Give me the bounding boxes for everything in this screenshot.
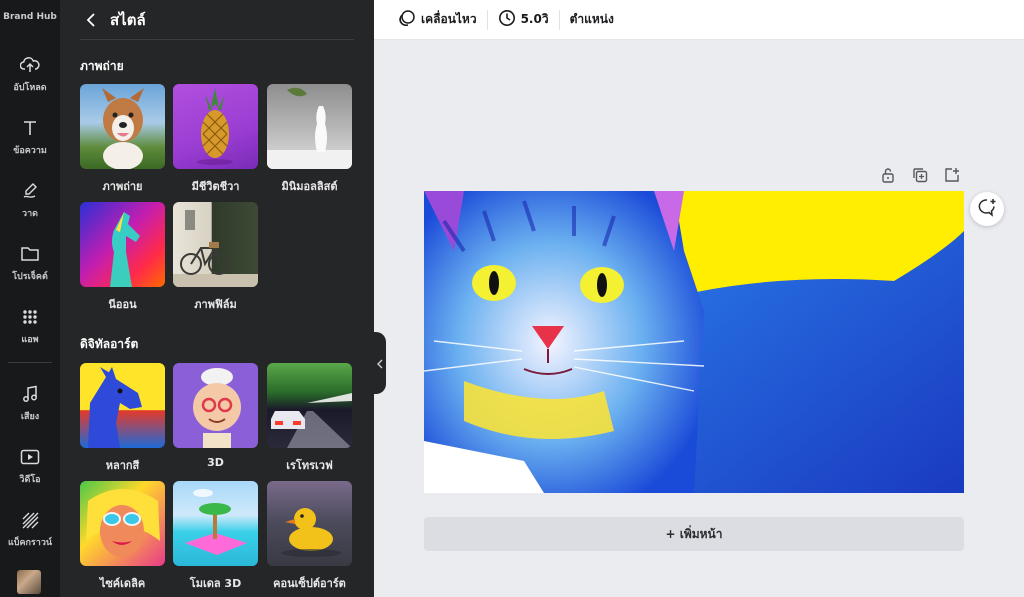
rail-item-label: วาด (22, 209, 38, 219)
section-title-photo: ภาพถ่าย (80, 59, 124, 73)
rail-item-video[interactable]: วิดีโอ (0, 446, 60, 486)
chevron-left-icon (377, 354, 383, 373)
style-tile-minimalist[interactable]: มินิมอลลิสต์ (267, 84, 352, 195)
rail-item-label: Brand Hub (3, 12, 57, 22)
style-tile-label: โมเดล 3D (189, 577, 242, 590)
style-tile-retrowave[interactable]: เรโทรเวฟ (267, 363, 352, 474)
collapse-panel-handle[interactable] (374, 332, 386, 394)
background-icon (18, 509, 42, 531)
style-tile-3d-model[interactable]: โมเดล 3D (173, 481, 258, 592)
rail-divider (8, 362, 52, 363)
island-3d-thumbnail (173, 481, 258, 566)
rail-item-background[interactable]: แบ็คกราวน์ (0, 509, 60, 549)
rail-item-apps[interactable]: แอพ (0, 306, 60, 346)
style-tile-psychedelic[interactable]: ไซค์เดลิค (80, 481, 165, 592)
top-toolbar: เคลื่อนไหว 5.0วิ ตำแหน่ง (374, 0, 1024, 40)
rail-item-label: แอพ (21, 335, 39, 345)
style-tile-label: คอนเซ็ปต์อาร์ต (273, 577, 346, 590)
music-icon (18, 383, 42, 405)
draw-icon (18, 180, 42, 202)
style-tile-label: 3D (207, 456, 224, 469)
add-comment-button[interactable] (970, 192, 1004, 226)
style-tile-photo[interactable]: ภาพถ่าย (80, 84, 165, 195)
style-tile-label: มีชีวิตชีวา (191, 180, 240, 193)
donkey-thumbnail (80, 363, 165, 448)
pineapple-thumbnail (173, 84, 258, 169)
animate-button[interactable]: เคลื่อนไหว (388, 0, 487, 40)
panel-title: สไตล์ (110, 10, 146, 29)
duplicate-page-icon[interactable] (911, 166, 929, 184)
rail-item-brand-hub[interactable]: Brand Hub (0, 0, 60, 22)
vase-thumbnail (267, 84, 352, 169)
section-title-digital-art: ดิจิทัลอาร์ต (80, 337, 139, 351)
video-icon (18, 446, 42, 468)
style-tile-concept-art[interactable]: คอนเซ็ปต์อาร์ต (267, 481, 352, 592)
position-label: ตำแหน่ง (569, 12, 614, 26)
style-tile-film[interactable]: ภาพฟิล์ม (173, 202, 258, 313)
left-rail: Brand Hub อัปโหลด ข้อความ วาด โปรเจ็คต์ (0, 0, 60, 597)
style-tile-3d[interactable]: 3D (173, 363, 258, 469)
psychedelic-face-thumbnail (80, 481, 165, 566)
duration-label: 5.0วิ (520, 12, 549, 26)
comment-add-icon (977, 197, 997, 221)
duck-thumbnail (267, 481, 352, 566)
retro-car-thumbnail (267, 363, 352, 448)
rail-item-label: แบ็คกราวน์ (7, 538, 53, 548)
rail-item-label: เสียง (20, 412, 40, 422)
clock-icon (498, 9, 516, 30)
styles-panel: สไตล์ ภาพถ่าย ภาพถ่าย มีชีวิตชีวา มินิมอ… (60, 0, 374, 597)
style-tile-label: ไซค์เดลิค (99, 577, 146, 590)
back-icon[interactable] (80, 9, 102, 31)
duration-button[interactable]: 5.0วิ (488, 0, 559, 40)
cat-image (424, 191, 964, 493)
bicycle-thumbnail (173, 202, 258, 287)
text-icon (18, 117, 42, 139)
style-tile-neon[interactable]: นีออน (80, 202, 165, 313)
rail-item-label: วิดีโอ (19, 475, 41, 485)
style-tile-label: ภาพฟิล์ม (194, 298, 237, 311)
rail-item-projects[interactable]: โปรเจ็คต์ (0, 243, 60, 283)
style-tile-label: นีออน (108, 298, 137, 311)
style-tile-label: หลากสี (105, 459, 140, 472)
chef-3d-thumbnail (173, 363, 258, 448)
animate-icon (398, 9, 416, 30)
rail-item-label: ข้อความ (13, 146, 47, 156)
rail-item-draw[interactable]: วาด (0, 180, 60, 220)
dog-thumbnail (80, 84, 165, 169)
lock-icon[interactable] (879, 166, 897, 184)
style-tile-label: เรโทรเวฟ (286, 459, 333, 472)
rail-item-label: โปรเจ็คต์ (12, 272, 48, 282)
panel-header: สไตล์ (80, 0, 354, 40)
position-button[interactable]: ตำแหน่ง (560, 0, 624, 40)
folder-icon (18, 243, 42, 265)
add-page-button[interactable]: + เพิ่มหน้า (424, 517, 964, 551)
animate-label: เคลื่อนไหว (421, 12, 477, 26)
rail-item-upload[interactable]: อัปโหลด (0, 54, 60, 94)
rail-item-text[interactable]: ข้อความ (0, 117, 60, 157)
neon-horse-thumbnail (80, 202, 165, 287)
recent-design-thumbnail[interactable] (17, 570, 41, 594)
upload-icon (18, 54, 42, 76)
design-canvas[interactable] (424, 191, 964, 493)
style-tile-vibrant[interactable]: มีชีวิตชีวา (173, 84, 258, 195)
style-tile-colorful[interactable]: หลากสี (80, 363, 165, 474)
rail-item-audio[interactable]: เสียง (0, 383, 60, 423)
style-tile-label: ภาพถ่าย (102, 180, 143, 193)
rail-item-label: อัปโหลด (13, 83, 47, 93)
canvas-scrollbar[interactable] (1016, 40, 1022, 597)
style-tile-label: มินิมอลลิสต์ (281, 180, 338, 193)
apps-icon (18, 306, 42, 328)
add-page-icon[interactable] (943, 166, 961, 184)
